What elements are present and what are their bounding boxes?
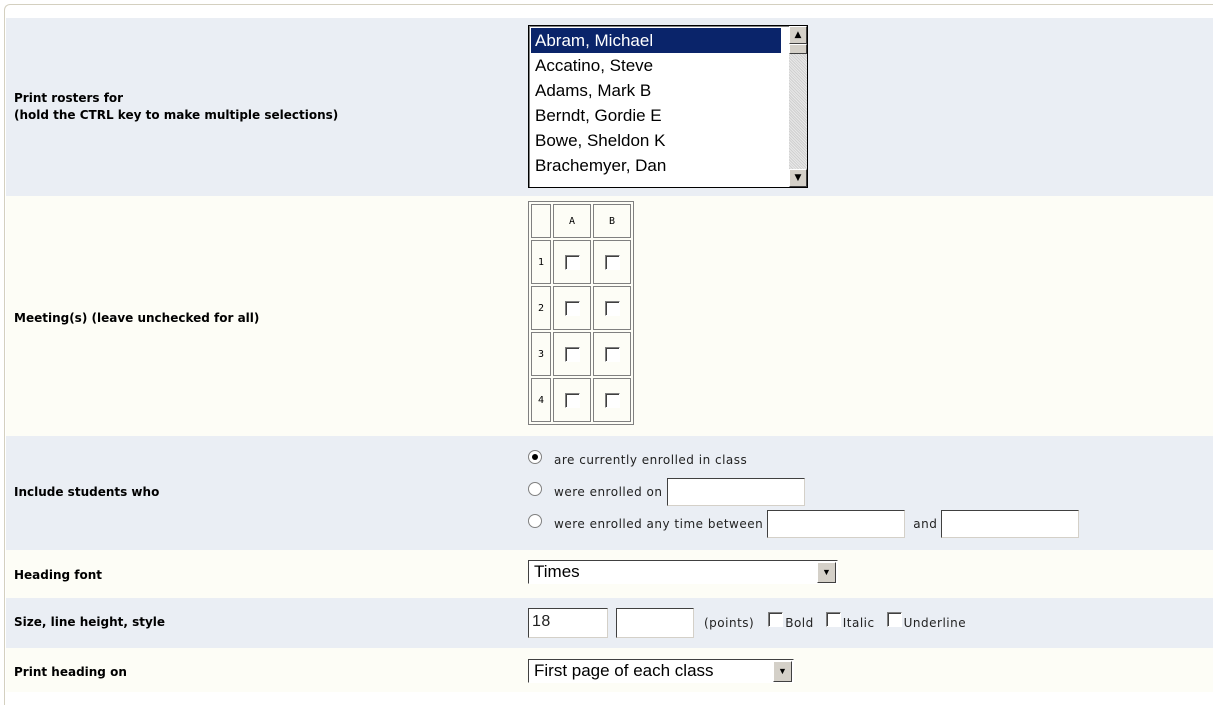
current-label: are currently enrolled in class bbox=[554, 453, 748, 467]
between-start-input[interactable] bbox=[767, 510, 906, 538]
grid-corner bbox=[531, 204, 551, 238]
underline-checkbox[interactable] bbox=[886, 611, 902, 627]
include-label: Include students who bbox=[14, 485, 160, 499]
meeting-4b-checkbox[interactable] bbox=[604, 392, 620, 408]
italic-label: Italic bbox=[842, 616, 875, 630]
italic-checkbox[interactable] bbox=[825, 611, 841, 627]
scroll-up-icon[interactable]: ▲ bbox=[789, 26, 807, 44]
meeting-1b-checkbox[interactable] bbox=[604, 254, 620, 270]
include-row: Include students who are currently enrol… bbox=[6, 436, 1213, 550]
list-item[interactable]: Accatino, Steve bbox=[531, 53, 781, 78]
print-heading-select[interactable]: First page of each class ▼ bbox=[528, 659, 794, 683]
list-item[interactable]: Bowe, Sheldon K bbox=[531, 128, 781, 153]
between-end-input[interactable] bbox=[941, 510, 1080, 538]
print-heading-label: Print heading on bbox=[14, 665, 127, 679]
chevron-down-icon[interactable]: ▼ bbox=[773, 661, 792, 682]
enrolled-on-date-input[interactable] bbox=[666, 478, 805, 506]
font-size-input[interactable]: 18 bbox=[528, 608, 608, 638]
roster-listbox[interactable]: Abram, Michael Accatino, Steve Adams, Ma… bbox=[528, 25, 808, 188]
enrolled-on-radio[interactable] bbox=[528, 482, 542, 496]
heading-font-label: Heading font bbox=[14, 568, 103, 582]
row-header: 4 bbox=[531, 378, 551, 422]
heading-font-row: Heading font Times ▼ bbox=[6, 550, 1213, 598]
meeting-4a-checkbox[interactable] bbox=[564, 392, 580, 408]
heading-font-value: Times bbox=[534, 562, 580, 581]
include-option-on[interactable]: were enrolled on bbox=[528, 476, 805, 508]
list-item[interactable]: Berndt, Gordie E bbox=[531, 103, 781, 128]
column-header: B bbox=[593, 204, 631, 238]
meetings-grid: A B 1 2 3 4 bbox=[528, 201, 634, 425]
roster-label: Print rosters for (hold the CTRL key to … bbox=[14, 90, 338, 124]
underline-label: Underline bbox=[903, 616, 967, 630]
bold-label: Bold bbox=[785, 616, 814, 630]
list-item[interactable]: Adams, Mark B bbox=[531, 78, 781, 103]
roster-label-line2: (hold the CTRL key to make multiple sele… bbox=[14, 108, 339, 122]
scroll-thumb[interactable] bbox=[789, 44, 807, 54]
bold-checkbox[interactable] bbox=[768, 611, 784, 627]
meeting-3a-checkbox[interactable] bbox=[564, 346, 580, 362]
roster-label-line1: Print rosters for bbox=[14, 91, 124, 105]
meeting-2b-checkbox[interactable] bbox=[604, 300, 620, 316]
include-option-current[interactable]: are currently enrolled in class bbox=[528, 448, 747, 472]
meeting-1a-checkbox[interactable] bbox=[564, 254, 580, 270]
and-label: and bbox=[913, 517, 938, 531]
size-style-controls: 18 (points) Bold Italic Underline bbox=[528, 606, 966, 640]
include-option-between[interactable]: were enrolled any time between and bbox=[528, 508, 1080, 540]
row-header: 3 bbox=[531, 332, 551, 376]
size-style-row: Size, line height, style 18 (points) Bol… bbox=[6, 598, 1213, 648]
print-heading-row: Print heading on First page of each clas… bbox=[6, 648, 1213, 692]
print-heading-value: First page of each class bbox=[534, 661, 714, 680]
row-header: 1 bbox=[531, 240, 551, 284]
row-header: 2 bbox=[531, 286, 551, 330]
meetings-row: Meeting(s) (leave unchecked for all) A B… bbox=[6, 196, 1213, 436]
list-item[interactable]: Abram, Michael bbox=[531, 28, 781, 53]
heading-font-select[interactable]: Times ▼ bbox=[528, 560, 838, 584]
column-header: A bbox=[553, 204, 591, 238]
meeting-3b-checkbox[interactable] bbox=[604, 346, 620, 362]
points-label: (points) bbox=[704, 616, 755, 630]
chevron-down-icon[interactable]: ▼ bbox=[817, 562, 836, 583]
enrolled-on-label: were enrolled on bbox=[554, 485, 663, 499]
meeting-2a-checkbox[interactable] bbox=[564, 300, 580, 316]
between-label: were enrolled any time between bbox=[554, 517, 764, 531]
current-radio[interactable] bbox=[528, 450, 542, 464]
meetings-label: Meeting(s) (leave unchecked for all) bbox=[14, 311, 260, 325]
size-style-label: Size, line height, style bbox=[14, 615, 166, 629]
between-radio[interactable] bbox=[528, 514, 542, 528]
roster-row: Print rosters for (hold the CTRL key to … bbox=[6, 18, 1213, 196]
line-height-input[interactable] bbox=[616, 608, 694, 638]
roster-scrollbar[interactable]: ▲ ▼ bbox=[789, 26, 807, 187]
list-item[interactable]: Brachemyer, Dan bbox=[531, 153, 781, 178]
scroll-down-icon[interactable]: ▼ bbox=[789, 169, 807, 187]
